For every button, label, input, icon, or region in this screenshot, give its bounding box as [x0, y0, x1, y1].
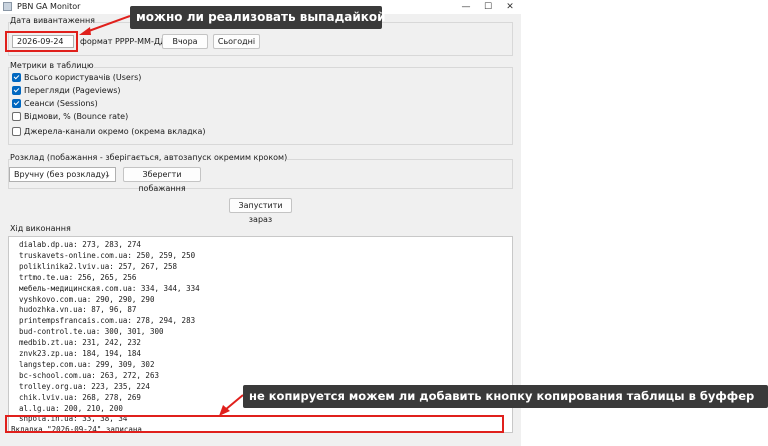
- log-line: bc-school.com.ua: 263, 272, 263: [19, 370, 159, 380]
- log-line: printempsfrancais.com.ua: 278, 294, 283: [19, 316, 196, 326]
- log-line: hudozhka.vn.ua: 87, 96, 87: [19, 305, 137, 315]
- bounce-rate-checkbox[interactable]: [12, 112, 21, 121]
- log-line: al.lg.ua: 200, 210, 200: [19, 403, 123, 413]
- url-highlight-frame: [5, 415, 504, 433]
- schedule-select-value: Вручну (без розкладу): [14, 170, 109, 179]
- yesterday-button[interactable]: Вчора: [162, 34, 208, 49]
- pageviews-label: Перегляди (Pageviews): [24, 86, 121, 95]
- log-line: vyshkovo.com.ua: 290, 290, 290: [19, 294, 155, 304]
- schedule-group-label: Розклад (побажання - зберігається, автоз…: [10, 153, 288, 162]
- users-checkbox[interactable]: [12, 73, 21, 82]
- schedule-select[interactable]: Вручну (без розкладу) ⌄: [9, 167, 116, 182]
- close-icon[interactable]: ✕: [499, 0, 521, 14]
- pageviews-checkbox[interactable]: [12, 86, 21, 95]
- sources-label: Джерела-канали окремо (окрема вкладка): [24, 127, 206, 136]
- app-window: PBN GA Monitor — ☐ ✕ Дата вивантаження ф…: [0, 0, 521, 446]
- date-highlight-frame: [5, 31, 78, 52]
- log-line: bud-control.te.ua: 300, 301, 300: [19, 327, 164, 337]
- bounce-rate-label: Відмови, % (Bounce rate): [24, 112, 129, 121]
- sessions-label: Сеанси (Sessions): [24, 99, 98, 108]
- chevron-down-icon: ⌄: [104, 170, 111, 179]
- minimize-icon[interactable]: —: [455, 0, 477, 14]
- maximize-icon[interactable]: ☐: [477, 0, 499, 14]
- log-line: medbib.zt.ua: 231, 242, 232: [19, 338, 141, 348]
- arrow-to-date-icon: [79, 15, 131, 35]
- metrics-group-label: Метрики в таблицю: [10, 61, 94, 70]
- log-line: мебель-медицинская.com.ua: 334, 344, 334: [19, 283, 200, 293]
- users-label: Всього користувачів (Users): [24, 73, 142, 82]
- log-line: langstep.com.ua: 299, 309, 302: [19, 359, 155, 369]
- today-button[interactable]: Сьогодні: [213, 34, 260, 49]
- sessions-checkbox[interactable]: [12, 99, 21, 108]
- log-line: trtmo.te.ua: 256, 265, 256: [19, 272, 137, 282]
- app-icon: [3, 2, 12, 11]
- annotation-bottom: не копируется можем ли добавить кнопку к…: [243, 385, 768, 408]
- log-line: dialab.dp.ua: 273, 283, 274: [19, 240, 141, 249]
- log-line: trolley.org.ua: 223, 235, 224: [19, 381, 150, 391]
- sources-checkbox[interactable]: [12, 127, 21, 136]
- window-title: PBN GA Monitor: [17, 2, 81, 11]
- log-line: poliklinika2.lviv.ua: 257, 267, 258: [19, 261, 178, 271]
- log-label: Хід виконання: [10, 224, 71, 233]
- save-schedule-button[interactable]: Зберегти побажання: [123, 167, 201, 193]
- log-line: znvk23.zp.ua: 184, 194, 184: [19, 349, 141, 358]
- run-now-button[interactable]: Запустити зараз: [229, 198, 292, 224]
- log-line: chik.lviv.ua: 268, 278, 269: [19, 392, 141, 402]
- annotation-top: можно ли реализовать выпадайкой: [130, 6, 386, 29]
- log-line: truskavets-online.com.ua: 250, 259, 250: [19, 250, 196, 260]
